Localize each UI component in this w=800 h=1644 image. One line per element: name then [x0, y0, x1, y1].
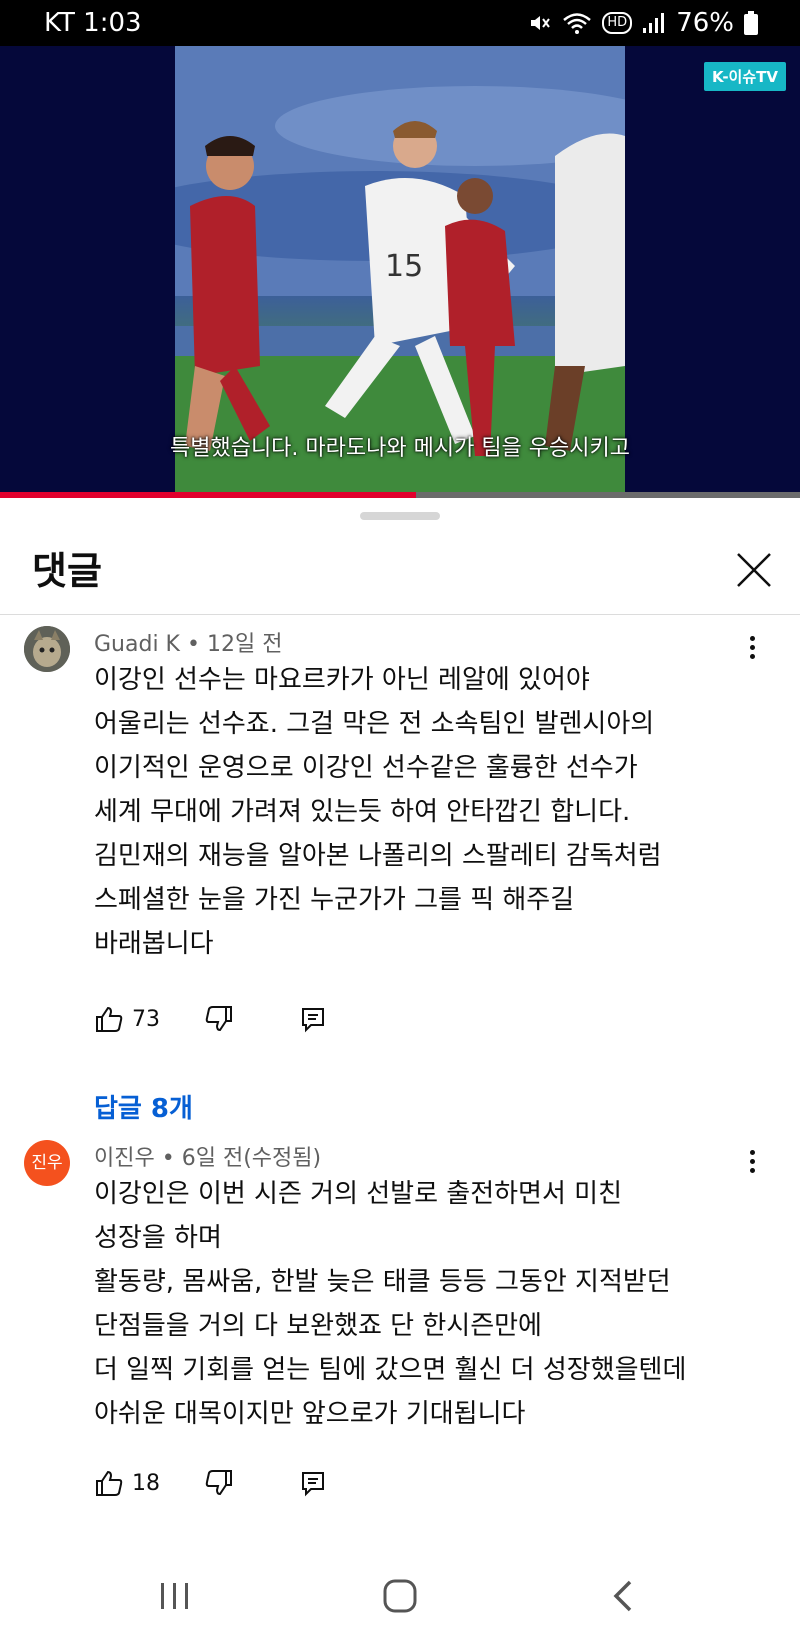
system-nav-bar — [0, 1560, 800, 1644]
comment-line: 이기적인 운영으로 이강인 선수같은 훌륭한 선수가 — [94, 753, 638, 783]
drag-handle[interactable] — [360, 512, 440, 520]
comment-time: 12일 전 — [206, 632, 283, 657]
back-icon[interactable] — [608, 1578, 638, 1614]
channel-logo: K-이슈TV — [704, 62, 786, 91]
comment-actions: 18 — [94, 1468, 394, 1502]
comment-line: 이강인 선수는 마요르카가 아닌 레알에 있어야 — [94, 665, 590, 695]
comment-time: 6일 전(수정됨) — [181, 1146, 322, 1171]
replies-button[interactable]: 답글 8개 — [94, 1088, 193, 1125]
thumb-down-icon[interactable] — [204, 1004, 234, 1034]
comment-line: 바래봅니다 — [94, 929, 214, 959]
meta-separator: • — [161, 1146, 182, 1171]
status-icons: HD 76% — [528, 8, 758, 38]
comment-line: 스페셜한 눈을 가진 누군가가 그를 픽 해주길 — [94, 885, 575, 915]
thumb-up-icon[interactable] — [94, 1468, 124, 1498]
avatar-image — [24, 626, 70, 672]
home-icon[interactable] — [382, 1578, 418, 1614]
battery-icon — [744, 11, 758, 35]
comment-line: 단점들을 거의 다 보완했죠 단 한시즌만에 — [94, 1311, 542, 1341]
comment-line: 어울리는 선수죠. 그걸 막은 전 소속팀인 발렌시아의 — [94, 709, 655, 739]
hd-badge: HD — [602, 12, 633, 34]
comment-author[interactable]: 이진우 — [94, 1146, 155, 1171]
comment-meta: Guadi K • 12일 전 — [94, 626, 282, 658]
comment-meta: 이진우 • 6일 전(수정됨) — [94, 1140, 321, 1172]
comment-line: 활동량, 몸싸움, 한발 늦은 태클 등등 그동안 지적받던 — [94, 1267, 671, 1297]
avatar[interactable]: 진우 — [24, 1140, 70, 1186]
comments-sheet: 댓글 Guadi K • 12일 전 이강인 선수는 마요르카가 아닌 레알에 … — [0, 498, 800, 1644]
comment-line: 성장을 하며 — [94, 1223, 222, 1253]
close-icon[interactable] — [730, 546, 778, 594]
recent-apps-icon[interactable] — [158, 1580, 192, 1612]
comment-actions: 73 — [94, 1004, 394, 1038]
comment-author[interactable]: Guadi K — [94, 632, 180, 657]
like-count: 73 — [132, 1007, 160, 1032]
comment-line: 아쉬운 대목이지만 앞으로가 기대됩니다 — [94, 1399, 526, 1429]
mute-icon — [531, 16, 551, 30]
reply-icon[interactable] — [300, 1006, 326, 1034]
signal-icon — [643, 13, 665, 33]
header-divider — [0, 614, 800, 615]
status-bar: KT 1:03 HD 76% — [0, 0, 800, 46]
like-count: 18 — [132, 1471, 160, 1496]
video-subtitle: 특별했습니다. 마라도나와 메시가 팀을 우승시키고 — [169, 436, 630, 461]
video-player[interactable]: 15 K-이슈TV 특별했습니다. 마라도나와 메시가 팀을 우승시키고 — [0, 46, 800, 498]
comment-text: 이강인 선수는 마요르카가 아닌 레알에 있어야 어울리는 선수죠. 그걸 막은… — [94, 658, 754, 966]
reply-icon[interactable] — [300, 1470, 326, 1498]
avatar[interactable] — [24, 626, 70, 672]
comment-line: 더 일찍 기회를 얻는 팀에 갔으면 훨신 더 성장했을텐데 — [94, 1355, 687, 1385]
comment-text: 이강인은 이번 시즌 거의 선발로 출전하면서 미친 성장을 하며 활동량, 몸… — [94, 1172, 754, 1436]
meta-separator: • — [186, 632, 207, 657]
thumb-down-icon[interactable] — [204, 1468, 234, 1498]
comment-line: 세계 무대에 가려져 있는듯 하여 안타깝긴 합니다. — [94, 797, 631, 827]
comment-line: 김민재의 재능을 알아본 나폴리의 스팔레티 감독처럼 — [94, 841, 662, 871]
svg-text:15: 15 — [385, 249, 423, 284]
thumb-up-icon[interactable] — [94, 1004, 124, 1034]
battery-percent: 76% — [676, 8, 734, 38]
comment-line: 이강인은 이번 시즌 거의 선발로 출전하면서 미친 — [94, 1179, 622, 1209]
carrier-time: KT 1:03 — [44, 8, 142, 38]
wifi-icon — [563, 13, 592, 34]
avatar-initials: 진우 — [31, 1153, 63, 1173]
comments-title: 댓글 — [32, 549, 102, 593]
